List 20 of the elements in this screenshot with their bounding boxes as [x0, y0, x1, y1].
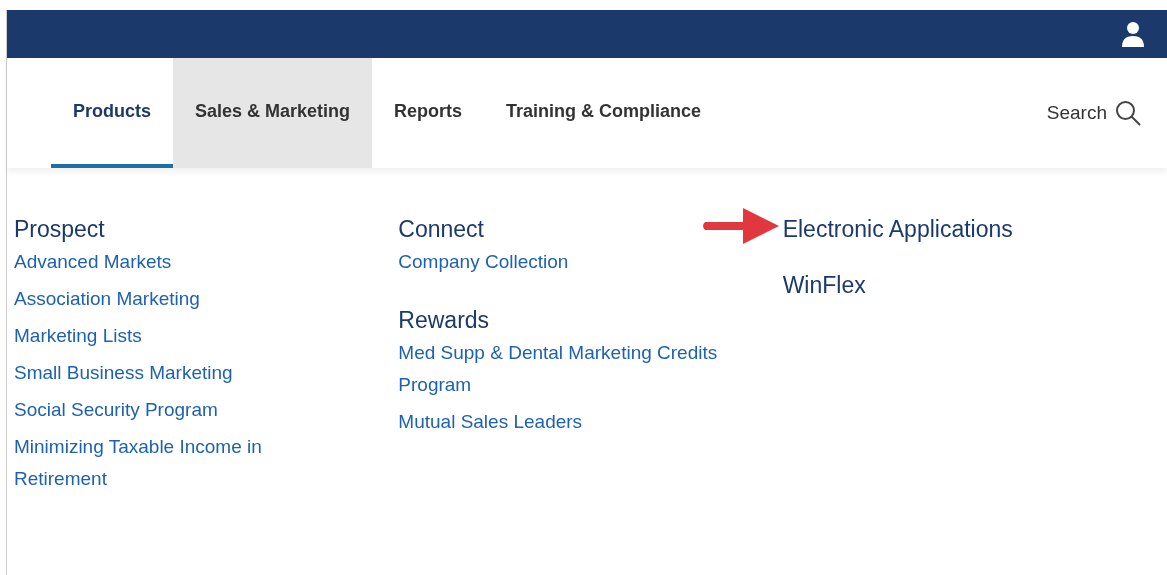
search-button[interactable]: Search	[1046, 58, 1141, 168]
nav-tab[interactable]: Sales & Marketing	[173, 58, 373, 168]
menu-link[interactable]: Company Collection	[398, 246, 569, 278]
menu-heading[interactable]: WinFlex	[782, 272, 866, 298]
menu-heading[interactable]: Electronic Applications	[782, 216, 1013, 242]
menu-link[interactable]: Marketing Lists	[14, 320, 142, 352]
user-icon[interactable]	[1121, 21, 1145, 47]
menu-link[interactable]: Minimizing Taxable Income in Retirement	[14, 431, 284, 495]
menu-link[interactable]: Association Marketing	[14, 283, 200, 315]
menu-link[interactable]: Mutual Sales Leaders	[398, 406, 583, 438]
menu-link[interactable]: Small Business Marketing	[14, 357, 233, 389]
menu-heading[interactable]: Prospect	[14, 216, 105, 242]
nav-tab[interactable]: Training & Compliance	[484, 58, 724, 168]
menu-link[interactable]: Med Supp & Dental Marketing Credits Program	[398, 337, 739, 401]
menu-heading[interactable]: Connect	[398, 216, 484, 242]
nav-tab[interactable]: Reports	[372, 58, 485, 168]
menu-heading[interactable]: Rewards	[398, 307, 490, 333]
search-icon	[1115, 100, 1141, 126]
menu-link[interactable]: Advanced Markets	[14, 246, 172, 278]
menu-link[interactable]: Social Security Program	[14, 394, 218, 426]
